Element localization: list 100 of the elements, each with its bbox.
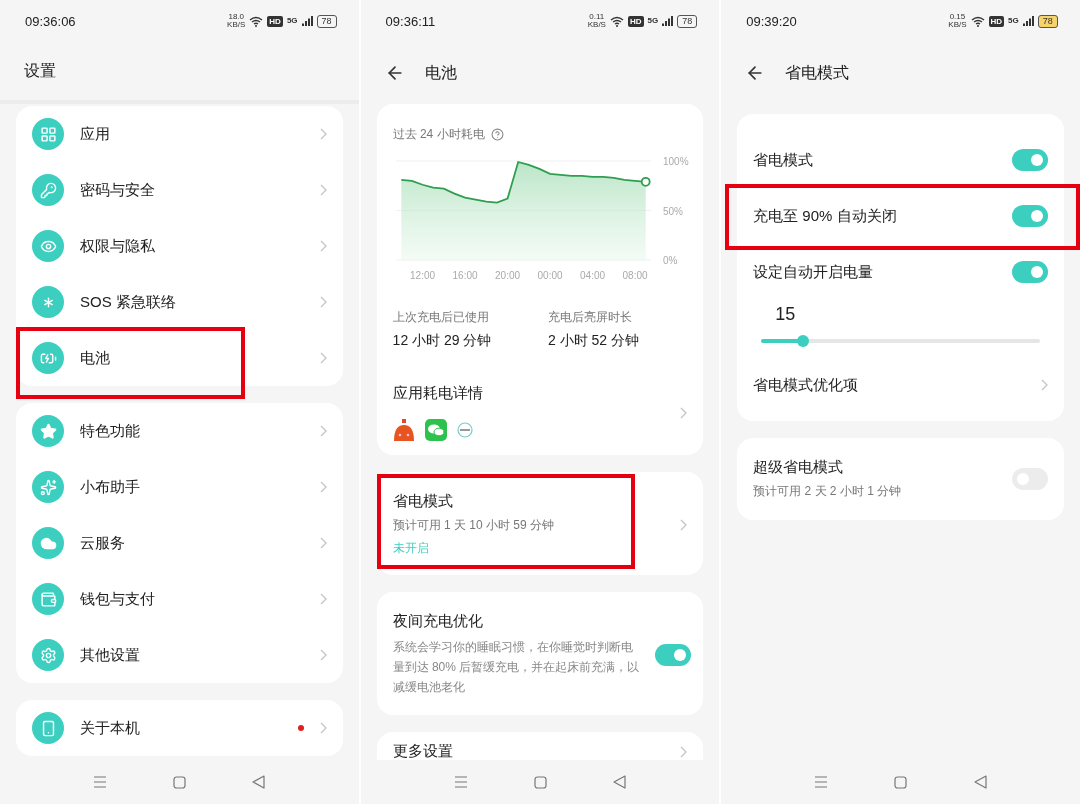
card-title: 更多设置 (392, 742, 453, 760)
wifi-icon (970, 15, 985, 27)
chevron-icon (319, 352, 327, 364)
chevron-icon (319, 722, 327, 734)
setting-link[interactable]: 省电模式优化项 (737, 357, 1064, 413)
home-icon[interactable] (894, 775, 908, 789)
chevron-icon (1040, 379, 1048, 391)
speed-unit: KB/S (587, 21, 606, 29)
wallet-icon (32, 583, 64, 615)
screen-title: 省电模式 (785, 62, 850, 83)
speed-unit: KB/S (948, 21, 967, 29)
y-tick-label: 50% (662, 205, 683, 217)
slider-thumb[interactable] (796, 335, 809, 347)
wifi-icon (609, 15, 624, 27)
status-time: 09:36:06 (25, 13, 76, 29)
chevron-icon (319, 296, 327, 308)
chart-title: 过去 24 小时耗电 (392, 126, 485, 143)
network-speed: 0.15 (949, 13, 966, 21)
y-tick-label: 100% (662, 156, 689, 167)
signal-icon (662, 16, 674, 26)
battery-indicator: 78 (1037, 14, 1058, 28)
sparkle-icon (32, 471, 64, 503)
settings-item[interactable]: 应用 (16, 106, 343, 162)
stat-value: 12 小时 29 分钟 (392, 332, 492, 350)
row-label: 省电模式 (753, 150, 814, 170)
x-tick-label: 12:00 (409, 270, 435, 281)
card-title: 夜间充电优化 (392, 612, 483, 631)
chevron-icon (319, 184, 327, 196)
settings-item[interactable]: 其他设置 (16, 627, 343, 683)
stat-value: 2 小时 52 分钟 (547, 332, 639, 350)
home-icon[interactable] (533, 775, 547, 789)
battery-indicator: 78 (316, 14, 337, 28)
chevron-icon (319, 537, 327, 549)
grid-icon (32, 118, 64, 150)
card-description: 系统会学习你的睡眠习惯，在你睡觉时判断电量到达 80% 后暂缓充电，并在起床前充满，以减缓电池老化 (392, 639, 641, 696)
status-time: 09:36:11 (385, 13, 436, 29)
screen-title: 电池 (424, 62, 457, 83)
home-icon[interactable] (173, 775, 187, 789)
chevron-icon (319, 593, 327, 605)
settings-item[interactable]: 云服务 (16, 515, 343, 571)
network-speed: 0.11 (589, 13, 605, 21)
section-title: 应用耗电详情 (392, 384, 483, 403)
settings-item[interactable]: 特色功能 (16, 403, 343, 459)
phone-icon (32, 712, 64, 744)
wifi-icon (249, 15, 264, 27)
chat-icon (424, 419, 447, 441)
hd-badge: HD (267, 15, 283, 27)
settings-item[interactable]: SOS 紧急联络 (16, 274, 343, 330)
stat-label: 上次充电后已使用 (392, 309, 489, 326)
settings-item[interactable]: 钱包与支付 (16, 571, 343, 627)
card-title: 超级省电模式 (753, 458, 844, 477)
chevron-icon (319, 649, 327, 661)
settings-item[interactable]: 密码与安全 (16, 162, 343, 218)
settings-icon (32, 639, 64, 671)
settings-item[interactable]: 小布助手 (16, 459, 343, 515)
card-title: 省电模式 (392, 492, 453, 511)
hd-badge: HD (988, 15, 1005, 27)
signal-icon (301, 16, 313, 26)
chevron-icon (319, 240, 327, 252)
network-speed: 18.0 (228, 13, 244, 21)
cloud-icon (32, 527, 64, 559)
battery-indicator: 78 (677, 14, 698, 28)
key-icon (32, 174, 64, 206)
x-tick-label: 00:00 (537, 270, 563, 281)
card-subtitle: 预计可用 1 天 10 小时 59 分钟 (392, 517, 554, 534)
hd-badge: HD (627, 15, 644, 27)
chevron-icon (680, 406, 688, 419)
power-saving-card[interactable]: 省电模式 预计可用 1 天 10 小时 59 分钟 未开启 (376, 472, 704, 575)
chevron-icon (680, 745, 688, 758)
toggle-switch[interactable] (654, 643, 691, 666)
app-icon (456, 422, 473, 438)
settings-item[interactable]: 电池 (16, 330, 343, 386)
network-type: 5G (1008, 17, 1019, 25)
app-icon (392, 419, 415, 441)
card-subtitle: 预计可用 2 天 2 小时 1 分钟 (753, 483, 902, 500)
slider-value: 15 (775, 304, 796, 324)
settings-item[interactable]: 关于本机 (16, 700, 343, 756)
row-label: 设定自动开启电量 (753, 262, 874, 282)
x-tick-label: 16:00 (452, 270, 478, 281)
toggle-switch[interactable] (1011, 261, 1048, 283)
toggle-switch[interactable] (1011, 149, 1048, 171)
menu-icon[interactable] (453, 776, 468, 788)
status-text: 未开启 (392, 540, 429, 557)
help-icon[interactable] (490, 128, 504, 141)
chevron-icon (319, 128, 327, 140)
menu-icon[interactable] (814, 776, 829, 788)
row-label: 充电至 90% 自动关闭 (753, 206, 897, 226)
settings-item[interactable]: 权限与隐私 (16, 218, 343, 274)
x-tick-label: 04:00 (579, 270, 605, 281)
x-tick-label: 20:00 (494, 270, 520, 281)
more-settings-card[interactable]: 更多设置 (376, 732, 704, 760)
battery-icon (32, 342, 64, 374)
menu-icon[interactable] (93, 776, 108, 788)
y-tick-label: 0% (662, 255, 678, 266)
chevron-icon (319, 481, 327, 493)
chevron-icon (680, 518, 688, 531)
toggle-switch[interactable] (1011, 205, 1048, 227)
speed-unit: KB/S (227, 21, 246, 29)
current-point (640, 176, 651, 187)
x-tick-label: 08:00 (622, 270, 648, 281)
